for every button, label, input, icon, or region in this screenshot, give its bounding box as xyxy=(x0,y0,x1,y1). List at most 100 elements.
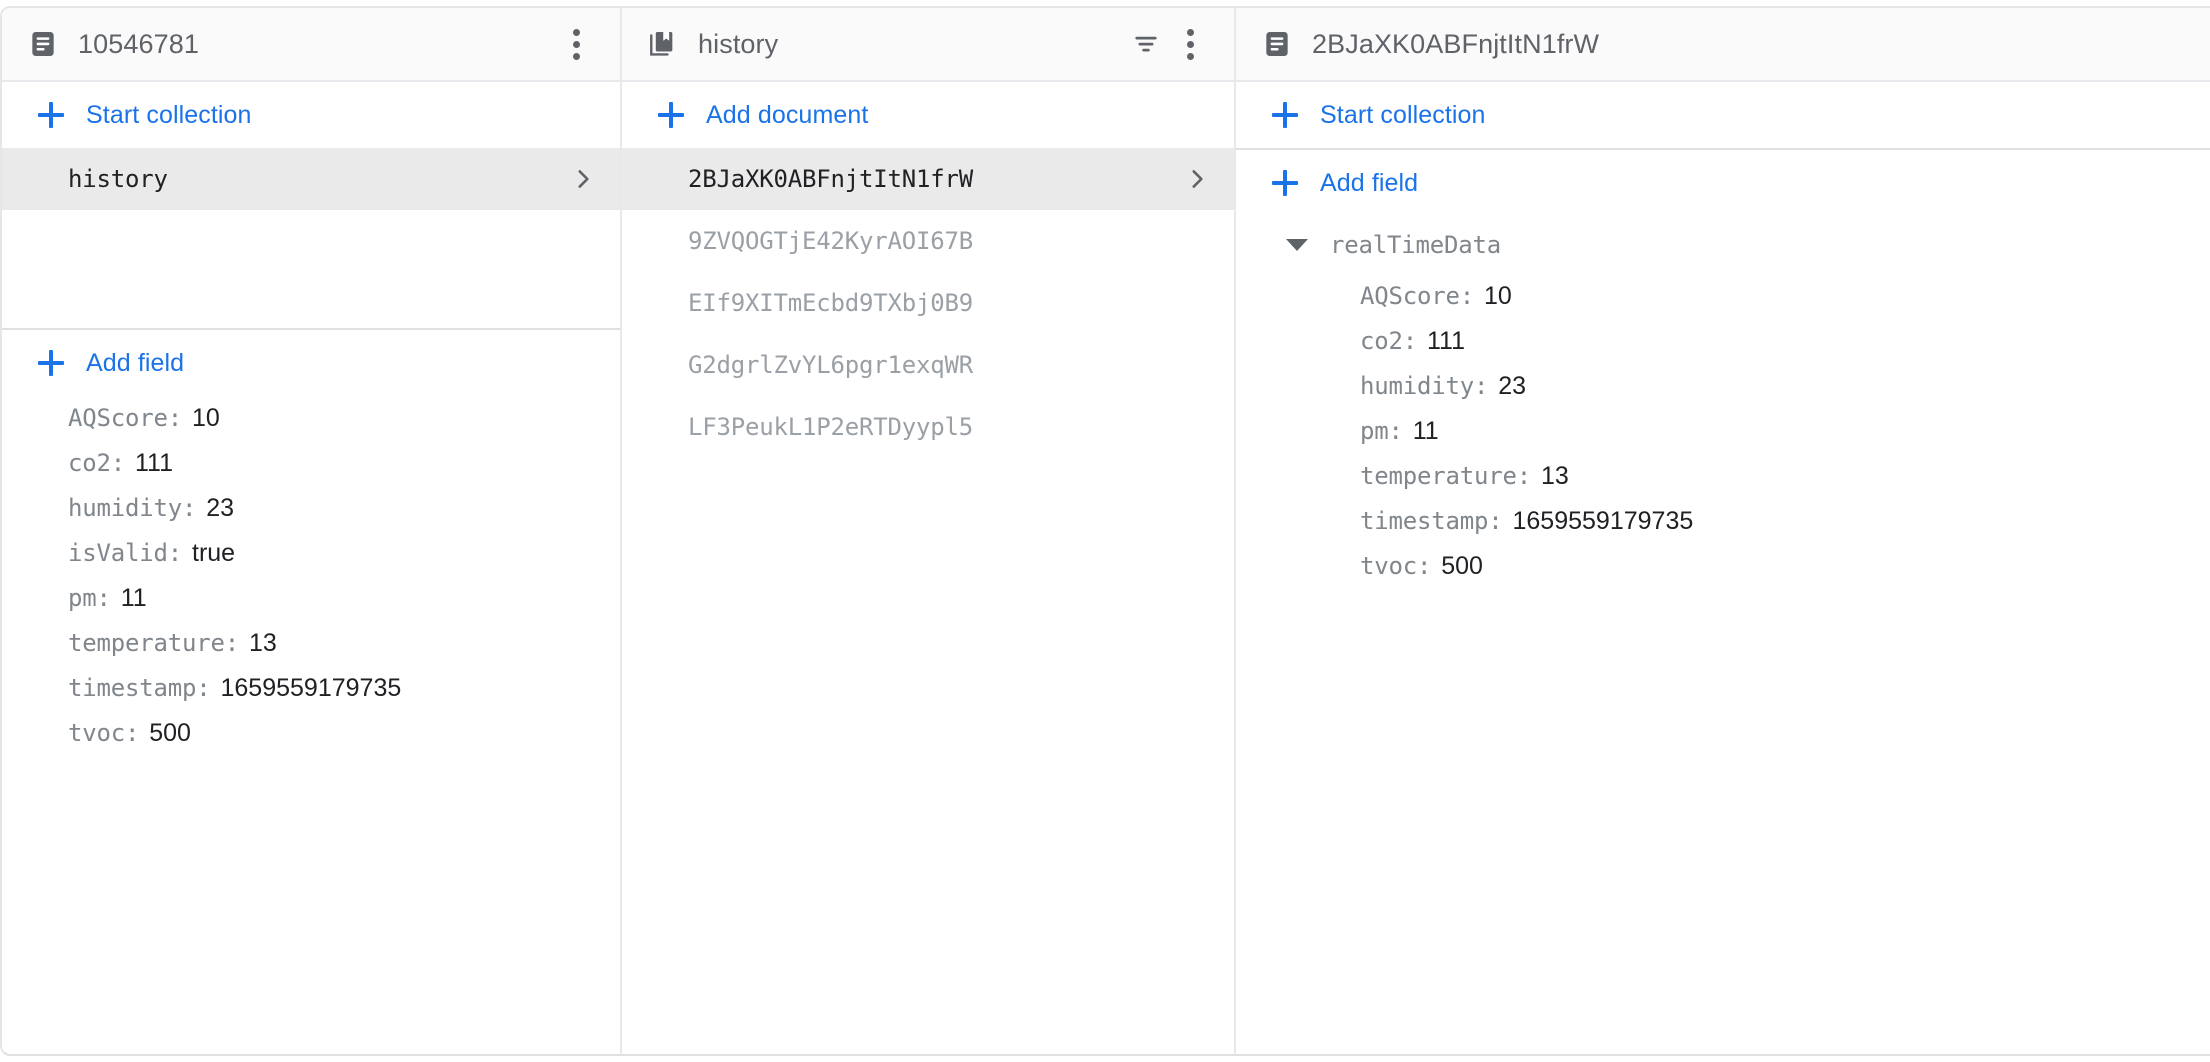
panel-bottom-space-left xyxy=(2,764,620,1054)
field-value: 10 xyxy=(192,404,220,432)
start-collection-button-left[interactable]: Start collection xyxy=(2,82,620,148)
field-key: temperature: xyxy=(1360,462,1531,490)
field-value: 111 xyxy=(135,449,174,477)
plus-icon xyxy=(38,350,64,376)
collection-panel-middle: history Add document 2BJaXK0ABFnjtItN1fr… xyxy=(620,6,1234,1056)
panel-title-document-right: 2BJaXK0ABFnjtItN1frW xyxy=(1312,28,1600,59)
collection-list-empty-space xyxy=(2,210,620,328)
field-row[interactable]: co2: 111 xyxy=(2,449,620,494)
more-vert-icon-document-left[interactable] xyxy=(554,22,598,66)
field-value: 1659559179735 xyxy=(220,674,402,702)
add-document-label: Add document xyxy=(706,100,869,129)
field-key: timestamp: xyxy=(1360,507,1503,535)
field-list-left: AQScore: 10 co2: 111 humidity: 23 isVali… xyxy=(2,396,620,764)
panel-title-document-left: 10546781 xyxy=(78,28,199,59)
field-row[interactable]: timestamp: 1659559179735 xyxy=(2,674,620,719)
collection-icon xyxy=(646,27,680,61)
collection-list-item-history[interactable]: history xyxy=(2,148,620,210)
plus-icon xyxy=(1272,102,1298,128)
field-row[interactable]: tvoc: 500 xyxy=(2,719,620,764)
document-list-item[interactable]: EIf9XITmEcbd9TXbj0B9 xyxy=(622,272,1234,334)
document-panel-right: 2BJaXK0ABFnjtItN1frW Start collection Ad… xyxy=(1234,6,2210,1056)
caret-down-icon xyxy=(1286,239,1308,251)
plus-icon xyxy=(1272,170,1298,196)
field-row[interactable]: temperature: 13 xyxy=(1236,462,2210,507)
field-value: 1659559179735 xyxy=(1512,507,1694,535)
field-value: 10 xyxy=(1484,282,1512,310)
field-row[interactable]: pm: 11 xyxy=(2,584,620,629)
document-id: 9ZVQOGTjE42KyrAOI67B xyxy=(688,227,973,255)
document-panel-left: 10546781 Start collection history Add fi… xyxy=(0,6,620,1056)
field-value: 13 xyxy=(249,629,277,657)
add-field-button-right[interactable]: Add field xyxy=(1236,150,2210,216)
field-row[interactable]: humidity: 23 xyxy=(2,494,620,539)
document-list-item[interactable]: LF3PeukL1P2eRTDyypl5 xyxy=(622,396,1234,458)
field-value: 23 xyxy=(1498,372,1527,400)
collection-name: history xyxy=(68,165,168,193)
chevron-right-icon xyxy=(1184,166,1210,192)
add-field-button-left[interactable]: Add field xyxy=(2,330,620,396)
field-value: 11 xyxy=(1412,417,1439,445)
document-id: G2dgrlZvYL6pgr1exqWR xyxy=(688,351,973,379)
more-vert-glyph xyxy=(1186,28,1194,60)
map-field-realtimedata[interactable]: realTimeData xyxy=(1236,216,2210,274)
field-key: isValid: xyxy=(68,539,182,567)
field-value: 111 xyxy=(1427,327,1466,355)
field-key: co2: xyxy=(1360,327,1417,355)
field-key: AQScore: xyxy=(1360,282,1474,310)
field-row[interactable]: tvoc: 500 xyxy=(1236,552,2210,597)
field-key: timestamp: xyxy=(68,674,211,702)
field-row[interactable]: pm: 11 xyxy=(1236,417,2210,462)
more-vert-icon-collection[interactable] xyxy=(1168,22,1212,66)
field-key: pm: xyxy=(68,584,111,612)
field-row[interactable]: co2: 111 xyxy=(1236,327,2210,372)
document-id: 2BJaXK0ABFnjtItN1frW xyxy=(688,165,973,193)
field-value: 23 xyxy=(206,494,235,522)
more-vert-glyph xyxy=(572,28,580,60)
document-list-item[interactable]: 2BJaXK0ABFnjtItN1frW xyxy=(622,148,1234,210)
panel-bottom-space-middle xyxy=(622,458,1234,1054)
document-icon xyxy=(26,27,60,61)
document-id: LF3PeukL1P2eRTDyypl5 xyxy=(688,413,973,441)
field-row[interactable]: timestamp: 1659559179735 xyxy=(1236,507,2210,552)
start-collection-button-right[interactable]: Start collection xyxy=(1236,82,2210,148)
field-key: pm: xyxy=(1360,417,1403,445)
field-row[interactable]: isValid: true xyxy=(2,539,620,584)
panel-bottom-space-right xyxy=(1236,597,2210,1054)
field-value: 11 xyxy=(120,584,147,612)
panel-title-collection: history xyxy=(698,28,779,59)
field-key: tvoc: xyxy=(1360,552,1432,580)
field-row[interactable]: AQScore: 10 xyxy=(2,404,620,449)
field-value: 500 xyxy=(1441,552,1483,580)
field-key: AQScore: xyxy=(68,404,182,432)
add-field-label: Add field xyxy=(86,348,185,377)
firestore-data-viewer: 10546781 Start collection history Add fi… xyxy=(0,0,2210,1062)
field-row[interactable]: humidity: 23 xyxy=(1236,372,2210,417)
start-collection-label: Start collection xyxy=(1320,100,1486,129)
field-key: co2: xyxy=(68,449,125,477)
field-value: 500 xyxy=(149,719,191,747)
panel-header-document-left: 10546781 xyxy=(2,8,620,82)
panel-header-document-right: 2BJaXK0ABFnjtItN1frW xyxy=(1236,8,2210,82)
field-value: true xyxy=(192,539,236,567)
nested-field-list-right: AQScore: 10 co2: 111 humidity: 23 pm: 11… xyxy=(1236,274,2210,597)
document-list-item[interactable]: 9ZVQOGTjE42KyrAOI67B xyxy=(622,210,1234,272)
plus-icon xyxy=(38,102,64,128)
add-field-label: Add field xyxy=(1320,168,1419,197)
field-key: tvoc: xyxy=(68,719,140,747)
field-row[interactable]: temperature: 13 xyxy=(2,629,620,674)
document-list-item[interactable]: G2dgrlZvYL6pgr1exqWR xyxy=(622,334,1234,396)
start-collection-label: Start collection xyxy=(86,100,252,129)
filter-icon[interactable] xyxy=(1124,22,1168,66)
map-field-key: realTimeData xyxy=(1330,231,1501,259)
add-document-button[interactable]: Add document xyxy=(622,82,1234,148)
field-key: temperature: xyxy=(68,629,239,657)
document-icon xyxy=(1260,27,1294,61)
field-value: 13 xyxy=(1541,462,1569,490)
field-row[interactable]: AQScore: 10 xyxy=(1236,282,2210,327)
document-id: EIf9XITmEcbd9TXbj0B9 xyxy=(688,289,973,317)
field-key: humidity: xyxy=(1360,372,1489,400)
field-key: humidity: xyxy=(68,494,197,522)
chevron-right-icon xyxy=(570,166,596,192)
panel-header-collection: history xyxy=(622,8,1234,82)
